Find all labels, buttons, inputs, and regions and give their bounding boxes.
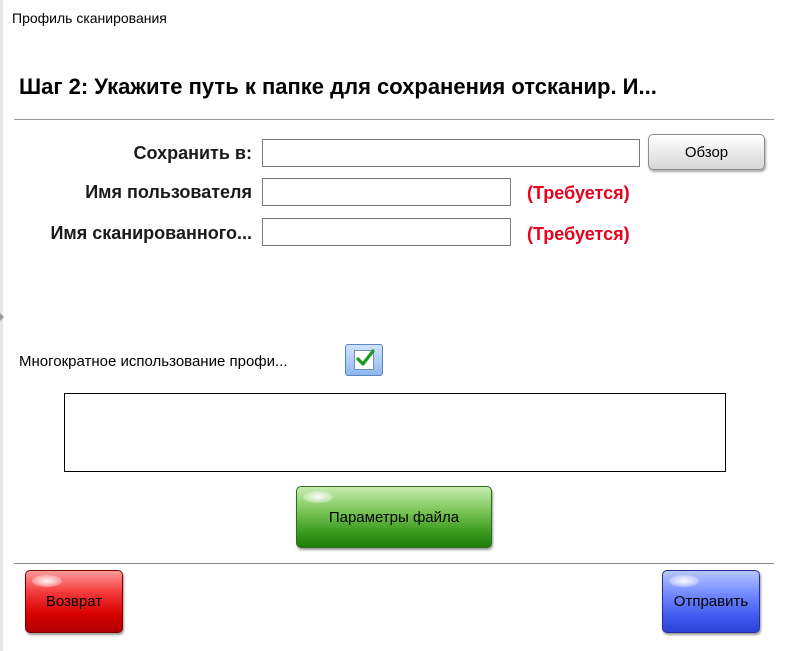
reuse-profile-checkbox[interactable] bbox=[345, 344, 383, 376]
file-parameters-button[interactable]: Параметры файла bbox=[296, 486, 492, 548]
browse-button[interactable]: Обзор bbox=[648, 134, 765, 170]
save-to-label: Сохранить в: bbox=[133, 143, 252, 163]
send-button[interactable]: Отправить bbox=[662, 570, 760, 633]
file-parameters-label: Параметры файла bbox=[328, 508, 460, 526]
username-label: Имя пользователя bbox=[85, 182, 252, 202]
bottom-divider bbox=[14, 563, 774, 564]
save-to-input[interactable] bbox=[262, 139, 640, 167]
checkmark-icon bbox=[356, 349, 375, 366]
username-input[interactable] bbox=[262, 178, 511, 206]
username-required-note: (Требуется) bbox=[527, 183, 630, 203]
message-area bbox=[64, 393, 726, 472]
send-button-label: Отправить bbox=[673, 593, 749, 610]
top-divider bbox=[14, 119, 774, 120]
scanned-name-label: Имя сканированного... bbox=[50, 223, 252, 243]
scanned-name-input[interactable] bbox=[262, 218, 511, 246]
gloss-highlight bbox=[303, 491, 333, 503]
gloss-highlight bbox=[32, 575, 62, 587]
reuse-profile-label: Многократное использование профи... bbox=[19, 353, 288, 370]
back-button[interactable]: Возврат bbox=[25, 570, 123, 633]
left-expand-arrow-icon[interactable] bbox=[0, 313, 4, 321]
checkbox-box bbox=[354, 349, 375, 370]
window-title: Профиль сканирования bbox=[12, 10, 167, 26]
scan-profile-window: Профиль сканирования Шаг 2: Укажите путь… bbox=[0, 0, 800, 651]
browse-button-label: Обзор bbox=[684, 143, 729, 161]
scanned-name-required-note: (Требуется) bbox=[527, 224, 630, 244]
back-button-label: Возврат bbox=[45, 593, 103, 610]
left-edge-bar bbox=[0, 0, 3, 651]
step-heading: Шаг 2: Укажите путь к папке для сохранен… bbox=[19, 74, 657, 99]
gloss-highlight bbox=[669, 575, 699, 587]
